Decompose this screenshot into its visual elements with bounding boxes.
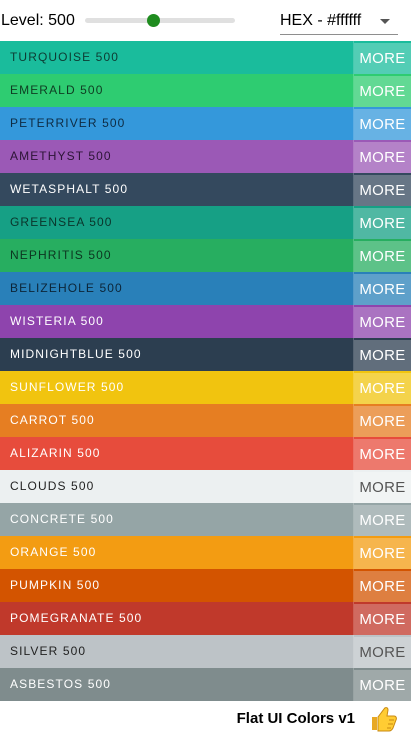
color-row[interactable]: ASBESTOS 500 MORE (0, 668, 411, 701)
more-button[interactable]: MORE (354, 76, 411, 107)
more-button[interactable]: MORE (354, 472, 411, 503)
more-button[interactable]: MORE (354, 373, 411, 404)
app-root: Level: 500 HEX - #ffffff TURQUOISE 500 MO… (0, 0, 411, 737)
more-button[interactable]: MORE (354, 670, 411, 701)
color-name-label: CLOUDS 500 (10, 479, 95, 493)
more-button[interactable]: MORE (354, 406, 411, 437)
color-row[interactable]: AMETHYST 500 MORE (0, 140, 411, 173)
color-row[interactable]: MIDNIGHTBLUE 500 MORE (0, 338, 411, 371)
color-row[interactable]: NEPHRITIS 500 MORE (0, 239, 411, 272)
more-button[interactable]: MORE (354, 439, 411, 470)
more-button[interactable]: MORE (354, 241, 411, 272)
color-name-label: ASBESTOS 500 (10, 677, 112, 691)
color-name-label: BELIZEHOLE 500 (10, 281, 123, 295)
more-button[interactable]: MORE (354, 571, 411, 602)
more-button[interactable]: MORE (354, 505, 411, 536)
color-name-label: EMERALD 500 (10, 83, 104, 97)
thumbs-up-icon[interactable] (369, 705, 399, 733)
slider-thumb[interactable] (147, 14, 160, 27)
footer: Flat UI Colors v1 (0, 701, 411, 737)
more-button[interactable]: MORE (354, 142, 411, 173)
color-list: TURQUOISE 500 MORE EMERALD 500 MORE PETERRIV… (0, 41, 411, 701)
more-button[interactable]: MORE (354, 637, 411, 668)
more-button[interactable]: MORE (354, 307, 411, 338)
footer-title: Flat UI Colors v1 (236, 710, 355, 727)
color-row[interactable]: SUNFLOWER 500 MORE (0, 371, 411, 404)
color-name-label: ORANGE 500 (10, 545, 97, 559)
color-row[interactable]: WISTERIA 500 MORE (0, 305, 411, 338)
slider-track[interactable] (85, 18, 235, 23)
level-label: Level: 500 (1, 12, 75, 29)
color-row[interactable]: TURQUOISE 500 MORE (0, 41, 411, 74)
more-button[interactable]: MORE (354, 604, 411, 635)
color-row[interactable]: WETASPHALT 500 MORE (0, 173, 411, 206)
color-name-label: NEPHRITIS 500 (10, 248, 112, 262)
color-name-label: TURQUOISE 500 (10, 50, 119, 64)
color-row[interactable]: CARROT 500 MORE (0, 404, 411, 437)
color-name-label: WETASPHALT 500 (10, 182, 129, 196)
color-row[interactable]: SILVER 500 MORE (0, 635, 411, 668)
more-button[interactable]: MORE (354, 208, 411, 239)
color-format-value: HEX - #ffffff (280, 12, 362, 29)
color-name-label: SUNFLOWER 500 (10, 380, 125, 394)
color-row[interactable]: CLOUDS 500 MORE (0, 470, 411, 503)
color-name-label: GREENSEA 500 (10, 215, 113, 229)
color-name-label: AMETHYST 500 (10, 149, 112, 163)
more-button[interactable]: MORE (354, 43, 411, 74)
more-button[interactable]: MORE (354, 340, 411, 371)
color-name-label: PETERRIVER 500 (10, 116, 126, 130)
color-name-label: CONCRETE 500 (10, 512, 114, 526)
color-row[interactable]: BELIZEHOLE 500 MORE (0, 272, 411, 305)
color-name-label: CARROT 500 (10, 413, 95, 427)
color-name-label: PUMPKIN 500 (10, 578, 101, 592)
more-button[interactable]: MORE (354, 109, 411, 140)
color-row[interactable]: POMEGRANATE 500 MORE (0, 602, 411, 635)
color-name-label: WISTERIA 500 (10, 314, 104, 328)
color-format-select[interactable]: HEX - #ffffff (280, 7, 398, 35)
toolbar: Level: 500 HEX - #ffffff (0, 0, 411, 41)
color-row[interactable]: CONCRETE 500 MORE (0, 503, 411, 536)
color-row[interactable]: EMERALD 500 MORE (0, 74, 411, 107)
color-row[interactable]: PETERRIVER 500 MORE (0, 107, 411, 140)
more-button[interactable]: MORE (354, 538, 411, 569)
more-button[interactable]: MORE (354, 175, 411, 206)
color-row[interactable]: GREENSEA 500 MORE (0, 206, 411, 239)
color-name-label: SILVER 500 (10, 644, 87, 658)
color-row[interactable]: ORANGE 500 MORE (0, 536, 411, 569)
color-name-label: POMEGRANATE 500 (10, 611, 143, 625)
color-row[interactable]: ALIZARIN 500 MORE (0, 437, 411, 470)
color-name-label: MIDNIGHTBLUE 500 (10, 347, 142, 361)
color-name-label: ALIZARIN 500 (10, 446, 101, 460)
more-button[interactable]: MORE (354, 274, 411, 305)
color-row[interactable]: PUMPKIN 500 MORE (0, 569, 411, 602)
level-slider[interactable] (85, 14, 235, 28)
chevron-down-icon (380, 19, 390, 24)
